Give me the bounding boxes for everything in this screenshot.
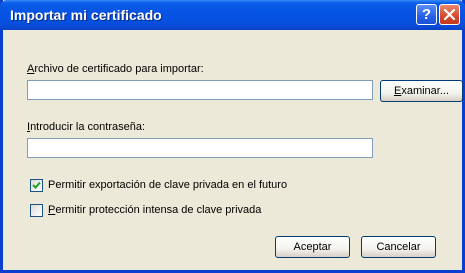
browse-button[interactable]: Examinar... <box>380 80 463 102</box>
window-title: Importar mi certificado <box>10 7 162 23</box>
password-field-label: Introducir la contraseña: <box>27 121 146 133</box>
allow-export-label[interactable]: Permitir exportación de clave privada en… <box>48 179 287 191</box>
close-button[interactable] <box>439 4 460 25</box>
strong-protection-checkbox[interactable] <box>30 204 43 217</box>
accept-button[interactable]: Aceptar <box>275 236 350 258</box>
help-button[interactable]: ? <box>416 4 437 25</box>
cancel-button[interactable]: Cancelar <box>361 236 436 258</box>
password-input[interactable] <box>27 138 373 158</box>
import-certificate-dialog: Importar mi certificado ? Archivo de cer… <box>0 0 465 273</box>
checkmark-icon <box>32 181 41 189</box>
file-field-label: Archivo de certificado para importar: <box>27 63 204 75</box>
close-icon <box>444 9 455 20</box>
title-bar[interactable]: Importar mi certificado ? <box>0 0 465 30</box>
allow-export-checkbox[interactable] <box>30 179 43 192</box>
help-icon: ? <box>421 6 432 23</box>
strong-protection-label[interactable]: Permitir protección intensa de clave pri… <box>48 204 261 216</box>
file-path-input[interactable] <box>27 80 373 100</box>
